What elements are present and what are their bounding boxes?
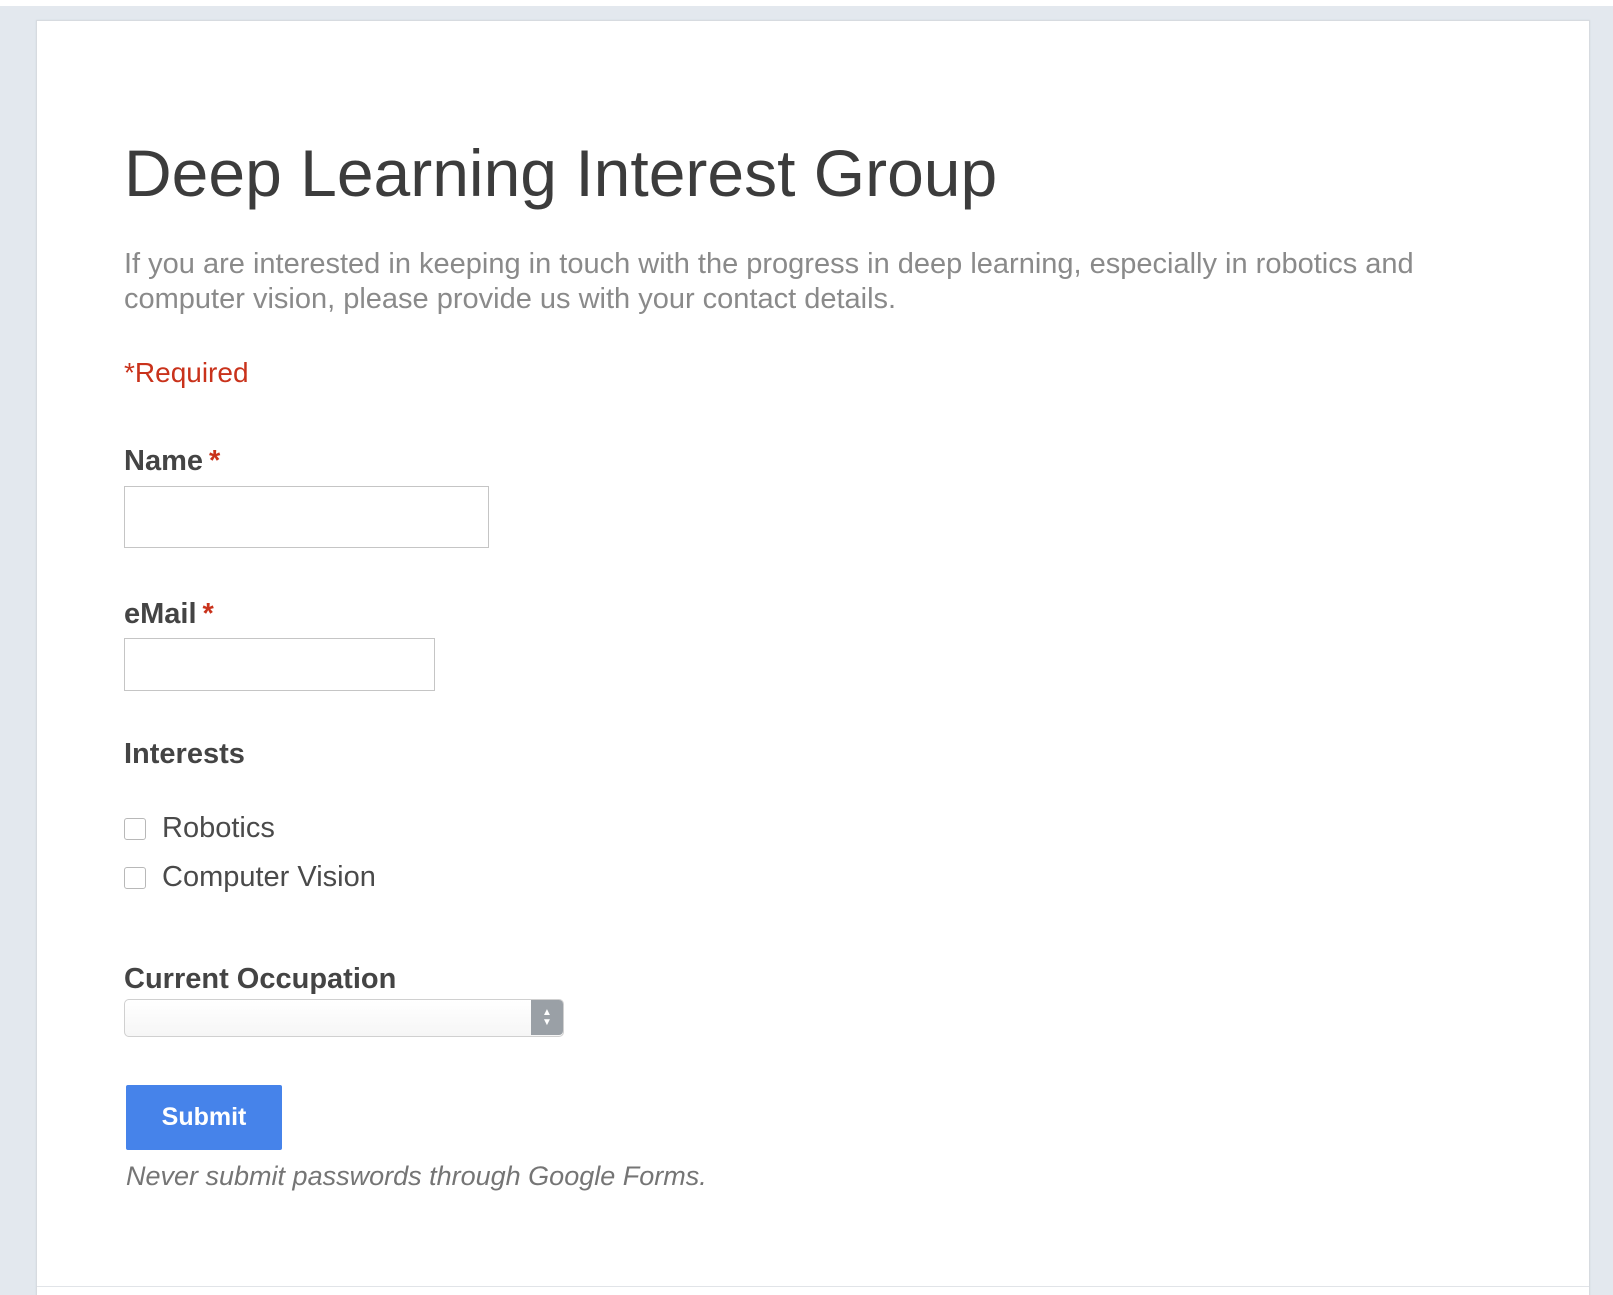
page: Deep Learning Interest Group If you are … bbox=[0, 0, 1613, 1295]
interests-label: Interests bbox=[124, 738, 245, 770]
top-strip bbox=[0, 0, 1613, 6]
password-warning: Never submit passwords through Google Fo… bbox=[126, 1161, 707, 1191]
required-note: *Required bbox=[124, 357, 249, 388]
name-input[interactable] bbox=[124, 486, 489, 548]
required-star: * bbox=[209, 445, 221, 477]
card-divider bbox=[37, 1286, 1589, 1287]
occupation-select[interactable]: ▲ ▼ bbox=[124, 999, 564, 1037]
robotics-label: Robotics bbox=[162, 812, 275, 844]
form-card: Deep Learning Interest Group If you are … bbox=[36, 20, 1590, 1295]
name-label: Name * bbox=[124, 445, 220, 478]
email-label: eMail * bbox=[124, 598, 214, 631]
form-description: If you are interested in keeping in touc… bbox=[124, 248, 1414, 315]
interest-option-robotics[interactable]: Robotics bbox=[124, 812, 275, 845]
required-star: * bbox=[202, 598, 214, 630]
robotics-checkbox[interactable] bbox=[124, 817, 146, 840]
computer-vision-label: Computer Vision bbox=[162, 861, 376, 893]
form-title: Deep Learning Interest Group bbox=[124, 136, 998, 210]
email-input[interactable] bbox=[124, 638, 435, 691]
email-label-text: eMail bbox=[124, 598, 197, 630]
computer-vision-checkbox[interactable] bbox=[124, 866, 146, 889]
submit-button[interactable]: Submit bbox=[126, 1085, 282, 1150]
occupation-label: Current Occupation bbox=[124, 963, 397, 995]
select-arrows-icon: ▲ ▼ bbox=[531, 1000, 563, 1035]
interest-option-computer-vision[interactable]: Computer Vision bbox=[124, 861, 376, 894]
name-label-text: Name bbox=[124, 445, 203, 477]
